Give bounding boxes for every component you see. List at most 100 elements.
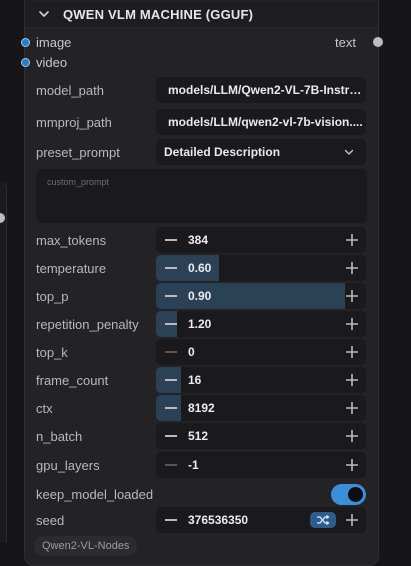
top-k-decrement-button[interactable] <box>156 339 186 365</box>
seed-decrement-button[interactable] <box>156 507 186 533</box>
minus-icon <box>165 295 177 297</box>
toggle-knob <box>348 486 363 502</box>
widget-max-tokens: max_tokens 384 <box>36 227 367 253</box>
plus-icon <box>346 234 358 246</box>
minus-icon <box>165 267 177 269</box>
temperature-increment-button[interactable] <box>338 255 366 281</box>
mmproj-path-input[interactable]: models/LLM/qwen2-vl-7b-vision.... <box>156 109 366 135</box>
widget-repetition-penalty: repetition_penalty 1.20 <box>36 311 367 337</box>
custom-prompt-textarea[interactable]: custom_prompt <box>36 169 367 223</box>
preset-prompt-label: preset_prompt <box>36 144 120 160</box>
repetition-penalty-increment-button[interactable] <box>338 311 366 337</box>
widget-seed: seed 376536350 <box>36 507 367 533</box>
node-title: QWEN VLM MACHINE (GGUF) <box>63 6 254 22</box>
widget-model-path: model_path models/LLM/Qwen2-VL-7B-Instru… <box>36 77 367 103</box>
repetition-penalty-input[interactable]: 1.20 <box>156 311 366 337</box>
temperature-decrement-button[interactable] <box>156 255 186 281</box>
minus-icon <box>165 323 177 325</box>
widget-top-k: top_k 0 <box>36 339 367 365</box>
widget-gpu-layers: gpu_layers -1 <box>36 452 367 478</box>
minus-icon <box>165 519 177 521</box>
max-tokens-increment-button[interactable] <box>338 227 366 253</box>
widget-ctx: ctx 8192 <box>36 395 367 421</box>
plus-icon <box>346 346 358 358</box>
frame-count-decrement-button[interactable] <box>156 367 186 393</box>
top-k-increment-button[interactable] <box>338 339 366 365</box>
preset-prompt-select[interactable]: Detailed Description <box>156 139 366 165</box>
ctx-value[interactable]: 8192 <box>186 401 338 415</box>
repetition-penalty-decrement-button[interactable] <box>156 311 186 337</box>
max-tokens-input[interactable]: 384 <box>156 227 366 253</box>
top-p-decrement-button[interactable] <box>156 283 186 309</box>
gpu-layers-value[interactable]: -1 <box>186 458 338 472</box>
seed-value[interactable]: 376536350 <box>186 513 310 527</box>
gpu-layers-decrement-button[interactable] <box>156 452 186 478</box>
plus-icon <box>346 514 358 526</box>
n-batch-input[interactable]: 512 <box>156 423 366 449</box>
model-path-input[interactable]: models/LLM/Qwen2-VL-7B-Instru... <box>156 77 366 103</box>
gpu-layers-increment-button[interactable] <box>338 452 366 478</box>
widget-top-p: top_p 0.90 <box>36 283 367 309</box>
adjacent-node-edge <box>0 182 7 542</box>
max-tokens-value[interactable]: 384 <box>186 233 338 247</box>
video-slot-dot[interactable] <box>21 57 30 67</box>
node-title-bar[interactable]: QWEN VLM MACHINE (GGUF) <box>25 1 378 28</box>
input-slot-video[interactable]: video <box>21 53 378 71</box>
plus-icon <box>346 430 358 442</box>
custom-prompt-placeholder: custom_prompt <box>47 177 110 187</box>
top-p-increment-button[interactable] <box>338 283 366 309</box>
plus-icon <box>346 402 358 414</box>
output-label-text: text <box>335 34 356 50</box>
frame-count-increment-button[interactable] <box>338 367 366 393</box>
keep-model-loaded-toggle[interactable] <box>331 483 366 505</box>
minus-icon <box>165 351 177 353</box>
top-k-input[interactable]: 0 <box>156 339 366 365</box>
temperature-label: temperature <box>36 260 107 276</box>
frame-count-input[interactable]: 16 <box>156 367 366 393</box>
minus-icon <box>165 407 177 409</box>
model-path-label: model_path <box>36 82 104 98</box>
ctx-input[interactable]: 8192 <box>156 395 366 421</box>
image-slot-dot[interactable] <box>21 37 30 47</box>
collapse-chevron-icon[interactable] <box>37 7 51 21</box>
source-badge: Qwen2-VL-Nodes <box>34 536 138 556</box>
plus-icon <box>346 374 358 386</box>
seed-randomize-button[interactable] <box>310 512 336 528</box>
minus-icon <box>165 239 177 241</box>
minus-icon <box>165 379 177 381</box>
n-batch-increment-button[interactable] <box>338 423 366 449</box>
top-p-input[interactable]: 0.90 <box>156 283 366 309</box>
max-tokens-label: max_tokens <box>36 232 107 248</box>
n-batch-decrement-button[interactable] <box>156 423 186 449</box>
plus-icon <box>346 459 358 471</box>
top-k-value[interactable]: 0 <box>186 345 338 359</box>
temperature-value[interactable]: 0.60 <box>186 261 338 275</box>
minus-icon <box>165 435 177 437</box>
widget-temperature: temperature 0.60 <box>36 255 367 281</box>
seed-increment-button[interactable] <box>338 507 366 533</box>
ctx-decrement-button[interactable] <box>156 395 186 421</box>
plus-icon <box>346 290 358 302</box>
gpu-layers-label: gpu_layers <box>36 457 100 473</box>
mmproj-path-value: models/LLM/qwen2-vl-7b-vision.... <box>168 115 363 129</box>
gpu-layers-input[interactable]: -1 <box>156 452 366 478</box>
ctx-label: ctx <box>36 400 53 416</box>
repetition-penalty-label: repetition_penalty <box>36 316 139 332</box>
temperature-input[interactable]: 0.60 <box>156 255 366 281</box>
ctx-increment-button[interactable] <box>338 395 366 421</box>
frame-count-value[interactable]: 16 <box>186 373 338 387</box>
shuffle-icon <box>317 514 330 526</box>
widget-keep-model-loaded: keep_model_loaded <box>36 483 367 505</box>
top-p-value[interactable]: 0.90 <box>186 289 338 303</box>
minus-icon <box>165 464 177 466</box>
preset-prompt-value: Detailed Description <box>164 145 281 159</box>
max-tokens-decrement-button[interactable] <box>156 227 186 253</box>
input-slot-image[interactable]: image text <box>21 33 383 51</box>
seed-input[interactable]: 376536350 <box>156 507 366 533</box>
repetition-penalty-value[interactable]: 1.20 <box>186 317 338 331</box>
text-output-slot-dot[interactable] <box>373 37 383 47</box>
seed-label: seed <box>36 512 65 528</box>
plus-icon <box>346 262 358 274</box>
n-batch-value[interactable]: 512 <box>186 429 338 443</box>
qwen-vlm-node[interactable]: QWEN VLM MACHINE (GGUF) image text video… <box>21 0 383 566</box>
